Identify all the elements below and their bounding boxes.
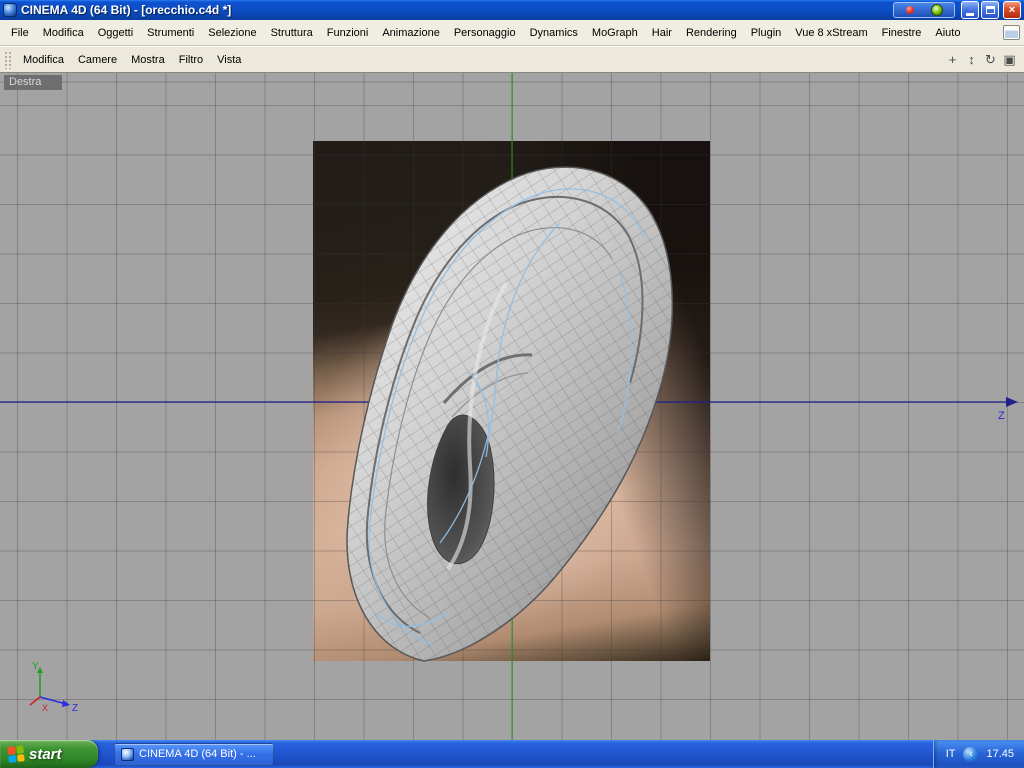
menu-rendering[interactable]: Rendering <box>679 24 744 42</box>
menu-file[interactable]: File <box>4 24 36 42</box>
restore-button[interactable] <box>981 1 999 19</box>
vp-menu-camere[interactable]: Camere <box>71 51 124 69</box>
vp-menu-filtro[interactable]: Filtro <box>172 51 210 69</box>
rotate-view-icon[interactable]: ↻ <box>982 51 999 68</box>
menu-funzioni[interactable]: Funzioni <box>320 24 376 42</box>
vp-menu-vista[interactable]: Vista <box>210 51 248 69</box>
menu-personaggio[interactable]: Personaggio <box>447 24 523 42</box>
main-menu-bar: File Modifica Oggetti Strumenti Selezion… <box>0 20 1024 46</box>
viewport[interactable]: Z <box>0 73 1024 740</box>
minimize-button[interactable] <box>961 1 979 19</box>
menu-finestre[interactable]: Finestre <box>875 24 929 42</box>
nvidia-tray-widget[interactable] <box>893 2 955 18</box>
cinema4d-app-icon[interactable] <box>3 3 17 17</box>
zoom-view-icon[interactable]: ↕ <box>963 51 980 68</box>
gizmo-x-label: X <box>42 703 48 713</box>
ear-mesh <box>347 167 672 661</box>
layout-icon[interactable] <box>1003 25 1020 40</box>
menu-strumenti[interactable]: Strumenti <box>140 24 201 42</box>
taskbar-item-label: CINEMA 4D (64 Bit) - ... <box>139 748 256 760</box>
menu-vue8xstream[interactable]: Vue 8 xStream <box>788 24 874 42</box>
close-button[interactable]: × <box>1003 1 1021 19</box>
record-dot-icon <box>906 6 914 14</box>
menu-dynamics[interactable]: Dynamics <box>523 24 585 42</box>
pan-view-icon[interactable]: + <box>944 51 961 68</box>
menu-modifica[interactable]: Modifica <box>36 24 91 42</box>
vp-menu-modifica[interactable]: Modifica <box>16 51 71 69</box>
axis-gizmo: Y Z X <box>30 661 78 714</box>
menu-mograph[interactable]: MoGraph <box>585 24 645 42</box>
taskbar: start CINEMA 4D (64 Bit) - ... IT ‹ 17.4… <box>0 740 1024 768</box>
gizmo-y-label: Y <box>32 661 39 672</box>
scene-overlay: Z <box>0 73 1024 740</box>
cinema4d-task-icon <box>121 748 134 761</box>
menu-hair[interactable]: Hair <box>645 24 679 42</box>
windows-logo-icon <box>7 745 25 763</box>
language-indicator[interactable]: IT <box>946 748 956 760</box>
menu-struttura[interactable]: Struttura <box>264 24 320 42</box>
menu-selezione[interactable]: Selezione <box>201 24 263 42</box>
vp-menu-mostra[interactable]: Mostra <box>124 51 172 69</box>
menu-oggetti[interactable]: Oggetti <box>91 24 140 42</box>
start-button[interactable]: start <box>0 740 98 768</box>
nvidia-icon <box>931 4 943 16</box>
window-title: CINEMA 4D (64 Bit) - [orecchio.c4d *] <box>21 3 231 17</box>
clock[interactable]: 17.45 <box>986 748 1014 760</box>
viewport-menu-bar: Modifica Camere Mostra Filtro Vista + ↕ … <box>0 46 1024 73</box>
minimize-icon <box>966 13 974 16</box>
system-tray: IT ‹ 17.45 <box>933 740 1024 768</box>
menu-plugin[interactable]: Plugin <box>744 24 789 42</box>
toggle-view-icon[interactable]: ▣ <box>1001 51 1018 68</box>
taskbar-item-cinema4d[interactable]: CINEMA 4D (64 Bit) - ... <box>114 743 274 765</box>
menu-animazione[interactable]: Animazione <box>375 24 446 42</box>
camera-label[interactable]: Destra <box>4 75 62 90</box>
menu-aiuto[interactable]: Aiuto <box>928 24 967 42</box>
close-icon: × <box>1009 3 1015 18</box>
start-label: start <box>29 746 62 763</box>
z-axis-label: Z <box>998 410 1005 422</box>
title-bar[interactable]: CINEMA 4D (64 Bit) - [orecchio.c4d *] × <box>0 0 1024 20</box>
restore-icon <box>986 6 995 14</box>
toolbar-grip[interactable] <box>4 51 11 69</box>
tray-status-icon[interactable]: ‹ <box>963 747 978 762</box>
gizmo-z-label: Z <box>72 703 78 714</box>
